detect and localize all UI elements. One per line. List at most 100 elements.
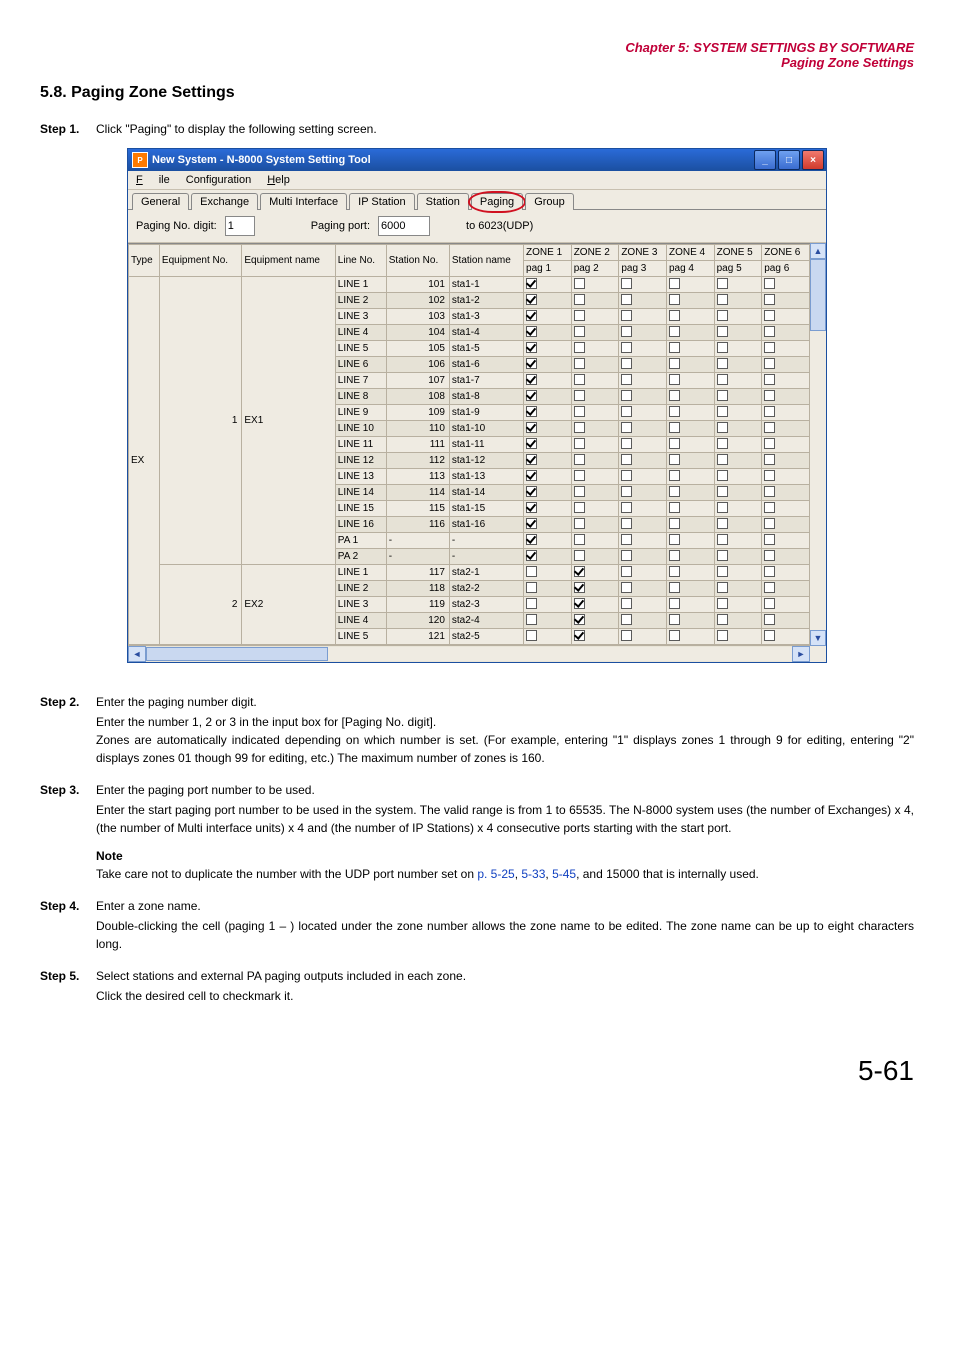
- zone-cell[interactable]: [524, 389, 572, 405]
- zone-cell[interactable]: [571, 357, 619, 373]
- hscroll-thumb[interactable]: [146, 647, 328, 661]
- zone-cell[interactable]: [524, 357, 572, 373]
- zone-cell[interactable]: [762, 485, 810, 501]
- col-z2b[interactable]: pag 2: [571, 261, 619, 277]
- zone-cell[interactable]: [524, 485, 572, 501]
- zone-cell[interactable]: [666, 549, 714, 565]
- hscroll-right-icon[interactable]: ►: [792, 646, 810, 662]
- tab-exchange[interactable]: Exchange: [191, 193, 258, 210]
- zone-cell[interactable]: [619, 357, 667, 373]
- zone-cell[interactable]: [714, 549, 762, 565]
- zone-cell[interactable]: [714, 389, 762, 405]
- zone-cell[interactable]: [571, 517, 619, 533]
- zone-cell[interactable]: [571, 501, 619, 517]
- zone-cell[interactable]: [714, 277, 762, 293]
- zone-cell[interactable]: [714, 613, 762, 629]
- zone-cell[interactable]: [666, 517, 714, 533]
- zone-cell[interactable]: [666, 613, 714, 629]
- zone-cell[interactable]: [619, 549, 667, 565]
- zone-cell[interactable]: [524, 581, 572, 597]
- vscroll-thumb[interactable]: [810, 259, 826, 331]
- zone-cell[interactable]: [524, 293, 572, 309]
- zone-cell[interactable]: [714, 501, 762, 517]
- zone-cell[interactable]: [524, 517, 572, 533]
- vscroll-up-icon[interactable]: ▲: [810, 243, 826, 259]
- zone-cell[interactable]: [714, 485, 762, 501]
- zone-cell[interactable]: [571, 293, 619, 309]
- zone-cell[interactable]: [762, 453, 810, 469]
- zone-cell[interactable]: [524, 341, 572, 357]
- zone-cell[interactable]: [619, 501, 667, 517]
- zone-cell[interactable]: [762, 517, 810, 533]
- zone-cell[interactable]: [666, 277, 714, 293]
- zone-cell[interactable]: [619, 309, 667, 325]
- zone-cell[interactable]: [762, 405, 810, 421]
- col-z4b[interactable]: pag 4: [666, 261, 714, 277]
- zone-cell[interactable]: [524, 453, 572, 469]
- zone-cell[interactable]: [762, 565, 810, 581]
- zone-cell[interactable]: [619, 405, 667, 421]
- zone-cell[interactable]: [666, 597, 714, 613]
- minimize-button[interactable]: _: [754, 150, 776, 170]
- menu-file[interactable]: File: [128, 171, 178, 189]
- zone-cell[interactable]: [714, 581, 762, 597]
- zone-cell[interactable]: [762, 629, 810, 645]
- zone-cell[interactable]: [714, 309, 762, 325]
- zone-cell[interactable]: [619, 629, 667, 645]
- zone-cell[interactable]: [571, 453, 619, 469]
- zone-cell[interactable]: [666, 341, 714, 357]
- zone-cell[interactable]: [714, 533, 762, 549]
- zone-cell[interactable]: [571, 389, 619, 405]
- tab-multi-interface[interactable]: Multi Interface: [260, 193, 347, 210]
- zone-cell[interactable]: [666, 469, 714, 485]
- zone-cell[interactable]: [714, 325, 762, 341]
- zone-cell[interactable]: [666, 437, 714, 453]
- close-button[interactable]: ×: [802, 150, 824, 170]
- zone-cell[interactable]: [524, 325, 572, 341]
- zone-cell[interactable]: [524, 533, 572, 549]
- zone-cell[interactable]: [666, 485, 714, 501]
- zone-cell[interactable]: [666, 357, 714, 373]
- col-z1b[interactable]: pag 1: [524, 261, 572, 277]
- zone-cell[interactable]: [714, 421, 762, 437]
- tab-group[interactable]: Group: [525, 193, 574, 210]
- zone-cell[interactable]: [619, 293, 667, 309]
- tab-paging[interactable]: Paging: [471, 193, 523, 210]
- zone-cell[interactable]: [666, 389, 714, 405]
- zone-cell[interactable]: [619, 565, 667, 581]
- zone-cell[interactable]: [571, 421, 619, 437]
- zone-cell[interactable]: [619, 597, 667, 613]
- zone-cell[interactable]: [571, 437, 619, 453]
- zone-cell[interactable]: [762, 597, 810, 613]
- zone-cell[interactable]: [666, 405, 714, 421]
- zone-cell[interactable]: [762, 437, 810, 453]
- zone-cell[interactable]: [666, 453, 714, 469]
- zone-cell[interactable]: [666, 501, 714, 517]
- zone-cell[interactable]: [524, 629, 572, 645]
- zone-cell[interactable]: [762, 613, 810, 629]
- zone-cell[interactable]: [571, 533, 619, 549]
- zone-cell[interactable]: [619, 277, 667, 293]
- zone-cell[interactable]: [714, 469, 762, 485]
- zone-cell[interactable]: [619, 469, 667, 485]
- zone-cell[interactable]: [714, 517, 762, 533]
- zone-cell[interactable]: [666, 533, 714, 549]
- zone-cell[interactable]: [571, 469, 619, 485]
- menu-configuration[interactable]: Configuration: [178, 171, 259, 189]
- zone-cell[interactable]: [571, 277, 619, 293]
- zone-cell[interactable]: [666, 293, 714, 309]
- zone-cell[interactable]: [666, 325, 714, 341]
- zone-cell[interactable]: [524, 373, 572, 389]
- zone-cell[interactable]: [619, 373, 667, 389]
- zone-cell[interactable]: [762, 581, 810, 597]
- zone-cell[interactable]: [666, 421, 714, 437]
- zone-cell[interactable]: [571, 613, 619, 629]
- zone-cell[interactable]: [571, 581, 619, 597]
- zone-cell[interactable]: [762, 277, 810, 293]
- zone-cell[interactable]: [714, 341, 762, 357]
- zone-cell[interactable]: [714, 597, 762, 613]
- zone-cell[interactable]: [762, 501, 810, 517]
- zone-cell[interactable]: [571, 325, 619, 341]
- zone-cell[interactable]: [571, 565, 619, 581]
- zone-cell[interactable]: [714, 437, 762, 453]
